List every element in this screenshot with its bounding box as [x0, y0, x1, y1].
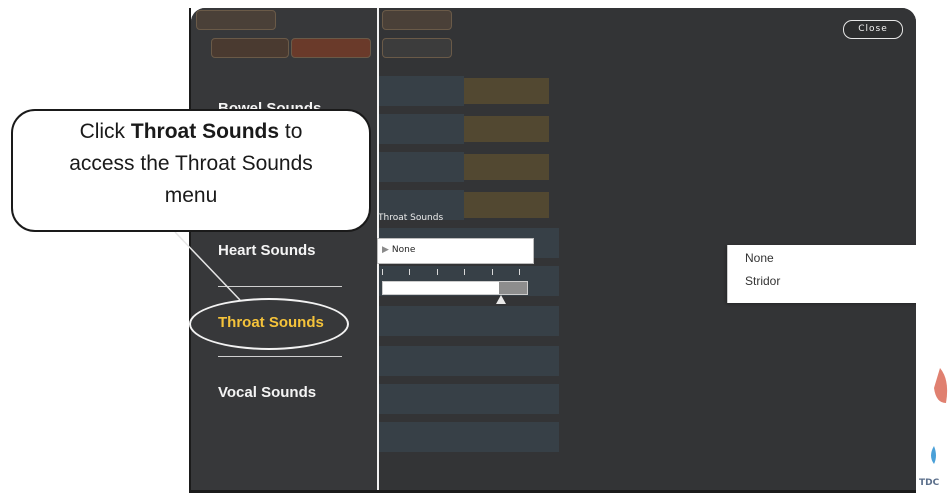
highlight-ellipse [189, 298, 349, 350]
callout-line-2: access the Throat Sounds [69, 152, 313, 175]
callout-bold-text: Throat Sounds [130, 120, 280, 143]
instruction-callout: Click Throat Sounds to access the Throat… [11, 109, 371, 232]
callout-pointer-line [174, 231, 241, 301]
callout-prefix: Click [79, 120, 131, 143]
callout-line-3: menu [164, 184, 218, 207]
callout-line-1: Click Throat Sounds to [13, 116, 369, 148]
callout-suffix: to [279, 120, 303, 143]
